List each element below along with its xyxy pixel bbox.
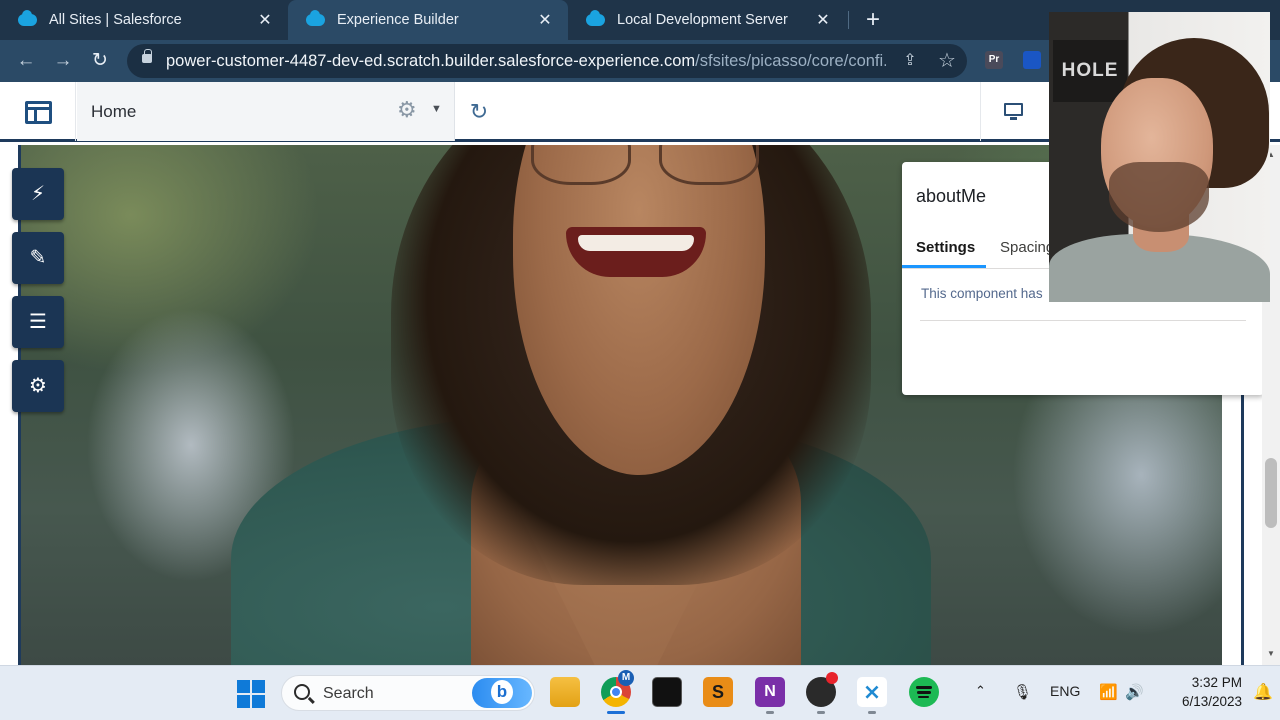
chrome-icon[interactable]: M xyxy=(601,670,634,707)
panel-message: This component has xyxy=(921,286,1043,301)
clock-time[interactable]: 3:32 PM xyxy=(1180,675,1242,690)
vscode-icon[interactable]: ⨯ xyxy=(857,677,887,707)
wifi-icon[interactable]: 📶 xyxy=(1099,683,1118,701)
system-tray: ⌃ 🎙 ENG 📶 🔊 3:32 PM 6/13/2023 🔔 xyxy=(970,666,1280,720)
address-bar[interactable]: power-customer-4487-dev-ed.scratch.build… xyxy=(127,44,967,78)
layout-icon xyxy=(25,101,52,124)
new-tab-button[interactable]: + xyxy=(860,6,886,34)
running-app-indicator xyxy=(817,711,825,714)
salesforce-cloud-icon xyxy=(18,10,37,26)
webcam-overlay: HOLE xyxy=(1049,12,1270,302)
reload-icon[interactable]: ↻ xyxy=(88,49,112,73)
canvas-edge-rail xyxy=(1241,395,1244,665)
tab-settings[interactable]: Settings xyxy=(916,239,975,256)
wall-sign: HOLE xyxy=(1053,40,1127,102)
active-app-indicator xyxy=(607,711,625,714)
theme-brush-icon[interactable]: ✎ xyxy=(12,232,64,284)
search-icon xyxy=(294,684,310,700)
page-name: Home xyxy=(91,102,137,121)
running-app-indicator xyxy=(868,711,876,714)
tab-experience-builder[interactable]: Experience Builder ✕ xyxy=(288,0,568,40)
chevron-up-icon[interactable]: ⌃ xyxy=(975,683,986,699)
tab-title: All Sites | Salesforce xyxy=(49,12,182,28)
page-settings-gear-icon[interactable]: ⚙ xyxy=(397,97,417,123)
obs-studio-icon[interactable] xyxy=(806,672,838,707)
panel-title: aboutMe xyxy=(916,186,987,206)
scroll-down-arrow-icon[interactable]: ▼ xyxy=(1267,649,1275,658)
desktop-monitor-icon xyxy=(1004,103,1023,120)
page-selector[interactable]: Home ⚙ ▼ xyxy=(77,82,455,141)
image-region-glasses xyxy=(531,145,761,193)
settings-gear-icon[interactable]: ⚙ xyxy=(12,360,64,412)
shield-extension-icon[interactable] xyxy=(1023,51,1041,69)
device-preview-button[interactable] xyxy=(980,82,1046,141)
salesforce-cloud-icon xyxy=(586,10,605,26)
url-host: power-customer-4487-dev-ed.scratch.build… xyxy=(166,52,696,70)
url-text: power-customer-4487-dev-ed.scratch.build… xyxy=(166,52,886,71)
lock-icon xyxy=(142,49,152,63)
sublime-text-icon[interactable]: S xyxy=(703,677,733,707)
back-arrow-icon[interactable]: ← xyxy=(14,49,38,73)
image-region-smile xyxy=(566,227,706,277)
microphone-icon[interactable]: 🎙 xyxy=(1013,683,1032,701)
tab-title: Experience Builder xyxy=(337,12,459,28)
tab-local-dev-server[interactable]: Local Development Server ✕ xyxy=(568,0,846,40)
layout-toggle-button[interactable] xyxy=(0,82,76,141)
forward-arrow-icon[interactable]: → xyxy=(51,49,75,73)
close-icon[interactable]: ✕ xyxy=(814,10,832,30)
lightning-components-icon[interactable]: ⚡ xyxy=(12,168,64,220)
close-icon[interactable]: ✕ xyxy=(256,10,274,30)
taskbar-search[interactable]: Search xyxy=(281,675,535,711)
terminal-icon[interactable] xyxy=(652,677,682,707)
chevron-down-icon[interactable]: ▼ xyxy=(431,103,442,115)
tab-spacing[interactable]: Spacing xyxy=(1000,239,1054,256)
language-indicator[interactable]: ENG xyxy=(1050,683,1080,699)
presenter-beard xyxy=(1109,162,1209,232)
close-icon[interactable]: ✕ xyxy=(536,10,554,30)
running-app-indicator xyxy=(766,711,774,714)
page-structure-list-icon[interactable]: ☰ xyxy=(12,296,64,348)
tab-title: Local Development Server xyxy=(617,12,788,28)
chrome-profile-badge: M xyxy=(618,670,634,686)
windows-taskbar: Search M S N ⨯ ⌃ 🎙 ENG 📶 🔊 3:32 PM 6/13/… xyxy=(0,665,1280,720)
file-explorer-icon[interactable] xyxy=(550,677,580,707)
onenote-icon[interactable]: N xyxy=(755,677,785,707)
extension-pr[interactable]: Pr xyxy=(985,51,1003,69)
tab-separator xyxy=(848,11,849,29)
salesforce-cloud-icon xyxy=(306,10,325,26)
volume-icon[interactable]: 🔊 xyxy=(1125,683,1144,701)
windows-start-icon[interactable] xyxy=(237,680,265,708)
spotify-icon[interactable] xyxy=(909,677,939,707)
bookmark-star-icon[interactable]: ☆ xyxy=(936,48,958,72)
url-path: /sfsites/picasso/core/confi... xyxy=(695,52,886,70)
refresh-icon[interactable]: ↻ xyxy=(466,99,492,125)
scrollbar-thumb[interactable] xyxy=(1265,458,1277,528)
bing-icon[interactable] xyxy=(472,678,532,708)
share-icon[interactable]: ⇪ xyxy=(900,50,920,70)
tab-all-sites[interactable]: All Sites | Salesforce ✕ xyxy=(0,0,288,40)
search-label: Search xyxy=(323,685,374,702)
clock-date[interactable]: 6/13/2023 xyxy=(1165,694,1242,709)
notifications-icon[interactable]: 🔔 xyxy=(1253,682,1273,702)
panel-separator xyxy=(920,320,1246,321)
